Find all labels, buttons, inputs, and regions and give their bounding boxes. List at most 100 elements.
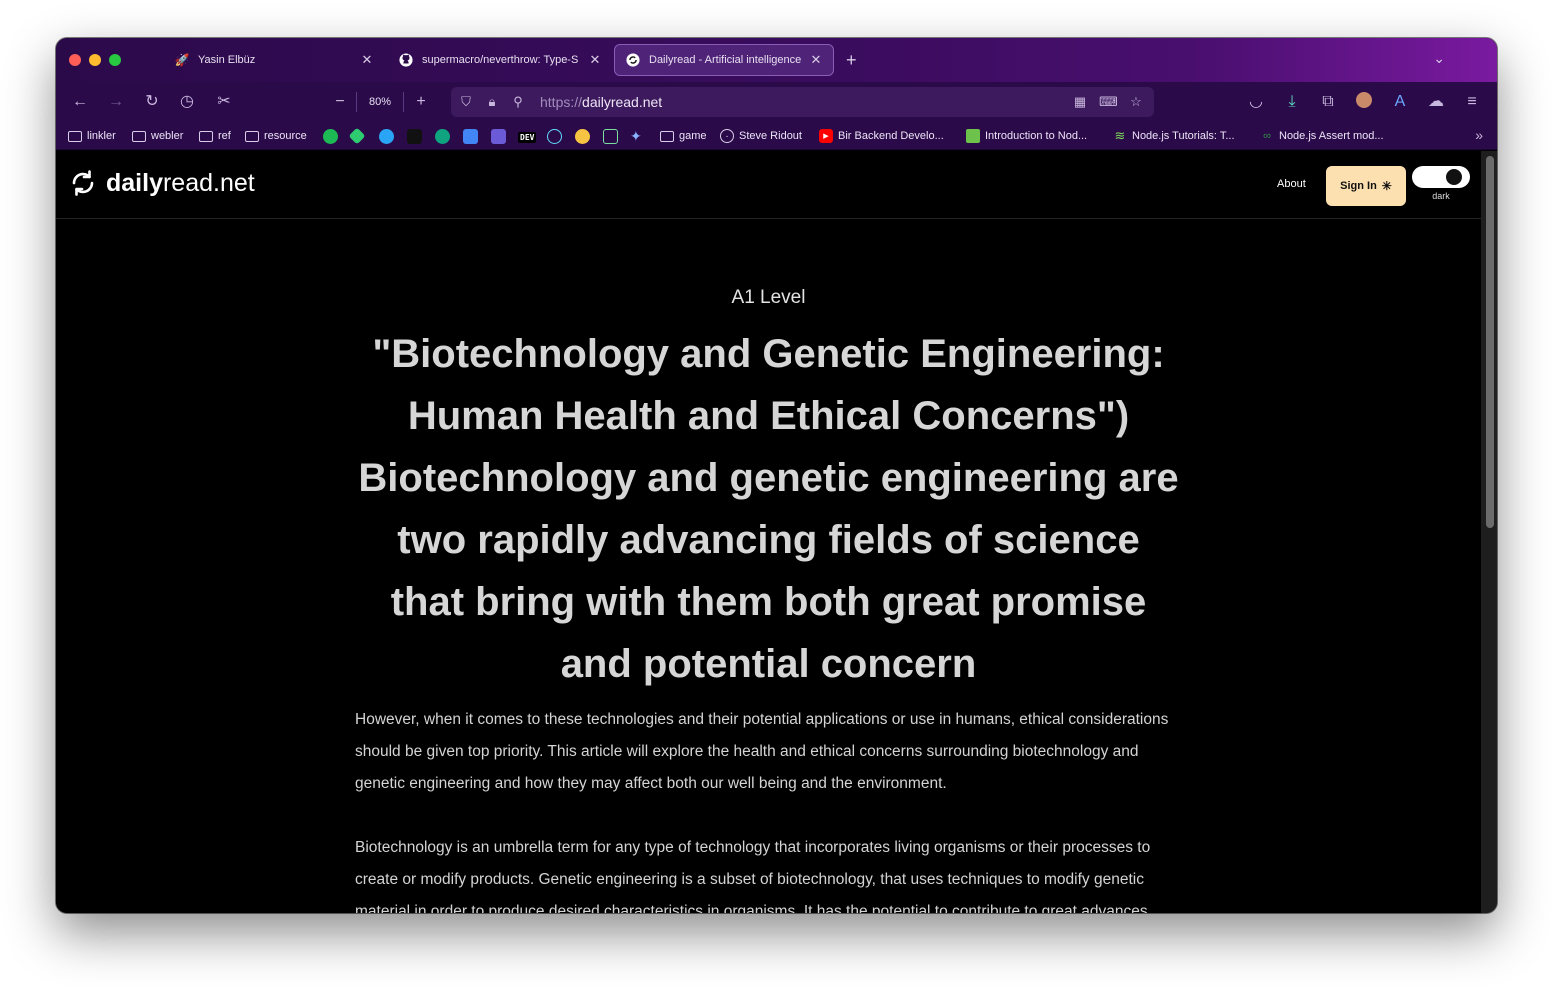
folder-icon bbox=[132, 130, 146, 142]
bookmark-label: Introduction to Nod... bbox=[985, 130, 1088, 142]
nav-about-link[interactable]: About bbox=[1277, 178, 1306, 190]
dailyread-icon bbox=[625, 52, 641, 68]
tab-title: supermacro/neverthrow: Type-S bbox=[422, 54, 579, 66]
shield-icon[interactable]: ⛉ bbox=[457, 93, 475, 111]
close-window-button[interactable] bbox=[69, 54, 81, 66]
folder-icon bbox=[199, 130, 213, 142]
browser-window: 🚀 Yasin Elbüz ✕ supermacro/neverthrow: T… bbox=[56, 38, 1497, 913]
history-icon[interactable]: ◷ bbox=[177, 92, 197, 112]
theme-label: dark bbox=[1432, 191, 1450, 201]
folder-icon bbox=[245, 130, 259, 142]
close-icon[interactable]: ✕ bbox=[360, 52, 374, 68]
bookmark-folder-webler[interactable]: webler bbox=[132, 128, 183, 144]
cloud-app-icon[interactable] bbox=[379, 129, 394, 144]
chevron-double-right-icon[interactable]: » bbox=[1475, 127, 1483, 143]
nodejs-icon bbox=[966, 129, 980, 143]
bookmark-intro-node[interactable]: Introduction to Nod... bbox=[966, 128, 1087, 144]
translate-extension-icon[interactable]: A bbox=[1390, 92, 1410, 112]
bookmark-label: Node.js Assert mod... bbox=[1279, 130, 1384, 142]
site-logo[interactable]: dailyread.net bbox=[68, 168, 255, 198]
feedly-icon[interactable] bbox=[348, 127, 366, 145]
back-arrow-icon[interactable]: ← bbox=[70, 92, 90, 112]
bookmark-folder-linkler[interactable]: linkler bbox=[68, 128, 116, 144]
terminal-icon[interactable] bbox=[407, 129, 422, 144]
bookmark-label: Bir Backend Develo... bbox=[838, 130, 944, 142]
bookmark-label: ref bbox=[218, 130, 231, 142]
geeks-icon: ∞ bbox=[1263, 130, 1271, 142]
zoom-window-button[interactable] bbox=[109, 54, 121, 66]
bookmark-folder-ref[interactable]: ref bbox=[199, 128, 231, 144]
url-scheme: https:// bbox=[540, 94, 583, 110]
folder-icon bbox=[68, 130, 82, 142]
close-icon[interactable]: ✕ bbox=[809, 52, 823, 68]
bookmark-node-assert[interactable]: ∞ Node.js Assert mod... bbox=[1260, 128, 1384, 144]
url-text[interactable]: https://dailyread.net bbox=[540, 94, 662, 110]
dev-to-icon[interactable]: DEV bbox=[518, 129, 537, 145]
stack-icon: ≋ bbox=[1114, 128, 1126, 143]
article-paragraph: Biotechnology is an umbrella term for an… bbox=[355, 839, 1151, 913]
logo-text: dailyread.net bbox=[106, 169, 255, 198]
new-tab-button[interactable]: + bbox=[846, 50, 857, 71]
qr-code-icon[interactable]: ▦ bbox=[1071, 93, 1089, 111]
reload-icon[interactable]: ↻ bbox=[142, 92, 162, 112]
bookmark-folder-game[interactable]: game bbox=[660, 128, 707, 144]
scrollbar-thumb[interactable] bbox=[1486, 156, 1494, 528]
refresh-logo-icon bbox=[72, 170, 94, 196]
google-translate-icon[interactable] bbox=[463, 129, 478, 144]
article-headline: "Biotechnology and Genetic Engineering: … bbox=[358, 332, 1179, 686]
url-host: dailyread.net bbox=[582, 94, 663, 110]
avatar[interactable] bbox=[1354, 92, 1374, 112]
chevron-down-icon[interactable]: ⌄ bbox=[1433, 50, 1445, 67]
article-paragraph: However, when it comes to these technolo… bbox=[355, 711, 1169, 792]
folder-icon bbox=[660, 130, 674, 142]
toggle-knob bbox=[1446, 169, 1462, 185]
download-icon[interactable]: ⤓ bbox=[1282, 92, 1302, 112]
tab-strip: 🚀 Yasin Elbüz ✕ supermacro/neverthrow: T… bbox=[56, 38, 1497, 82]
bookmark-label: linkler bbox=[87, 130, 116, 142]
logo-bold: daily bbox=[106, 168, 163, 197]
gemini-icon[interactable]: ✦ bbox=[630, 128, 642, 144]
bookmark-backend-developer[interactable]: ▶ Bir Backend Develo... bbox=[819, 128, 944, 144]
tab-title: Yasin Elbüz bbox=[198, 54, 256, 66]
pocket-icon[interactable]: ◡ bbox=[1246, 92, 1266, 112]
url-bar[interactable]: ⛉ 🔒︎ ⚲ https://dailyread.net ▦ ⌨ ☆ bbox=[451, 87, 1154, 117]
close-icon[interactable]: ✕ bbox=[588, 52, 602, 68]
sign-in-label: Sign In bbox=[1340, 180, 1377, 192]
theme-toggle[interactable] bbox=[1412, 166, 1470, 188]
tab-neverthrow[interactable]: supermacro/neverthrow: Type-S ✕ bbox=[388, 44, 612, 76]
bookmark-label: Node.js Tutorials: T... bbox=[1132, 130, 1235, 142]
lock-icon[interactable]: 🔒︎ bbox=[483, 93, 501, 111]
bookmark-label: Steve Ridout bbox=[739, 130, 802, 142]
bookmark-node-tutorials[interactable]: ≋ Node.js Tutorials: T... bbox=[1113, 128, 1235, 144]
zoom-level[interactable]: 80% bbox=[356, 92, 404, 112]
tab-yasin-elbuz[interactable]: 🚀 Yasin Elbüz ✕ bbox=[164, 44, 384, 76]
bookmark-folder-resource[interactable]: resource bbox=[245, 128, 307, 144]
tab-title: Dailyread - Artificial intelligence bbox=[649, 54, 802, 66]
excalidraw-icon[interactable] bbox=[491, 129, 506, 144]
bookmark-star-icon[interactable]: ☆ bbox=[1127, 93, 1145, 111]
spotify-icon[interactable] bbox=[323, 129, 338, 144]
screenshot-icon[interactable]: ✂ bbox=[214, 92, 234, 112]
extensions-icon[interactable]: ⧉ bbox=[1318, 92, 1338, 112]
globe-icon: · bbox=[720, 129, 734, 143]
translate-icon[interactable]: ⌨ bbox=[1099, 93, 1118, 111]
github-icon bbox=[398, 52, 414, 68]
activity-icon[interactable] bbox=[603, 129, 618, 144]
minimize-window-button[interactable] bbox=[89, 54, 101, 66]
tab-dailyread[interactable]: Dailyread - Artificial intelligence ✕ bbox=[614, 44, 834, 76]
chatgpt-icon[interactable] bbox=[435, 129, 450, 144]
react-icon[interactable] bbox=[547, 129, 562, 144]
permissions-icon[interactable]: ⚲ bbox=[509, 93, 527, 111]
yellow-circle-icon[interactable] bbox=[575, 129, 590, 144]
menu-icon[interactable]: ≡ bbox=[1462, 92, 1482, 112]
sign-in-button[interactable]: Sign In ✳ bbox=[1326, 166, 1406, 206]
bookmark-label: webler bbox=[151, 130, 184, 142]
bookmark-steve-ridout[interactable]: · Steve Ridout bbox=[720, 128, 802, 144]
page-content: dailyread.net About Sign In ✳ dark A1 Le… bbox=[56, 151, 1481, 913]
cloud-sync-icon[interactable]: ☁ bbox=[1426, 92, 1446, 112]
zoom-in-button[interactable]: + bbox=[411, 92, 431, 112]
forward-arrow-icon[interactable]: → bbox=[106, 92, 126, 112]
spinner-icon: ✳ bbox=[1381, 179, 1392, 193]
zoom-out-button[interactable]: − bbox=[330, 92, 350, 112]
bookmarks-bar: linkler webler ref resource DEV ✦ game ·… bbox=[56, 122, 1497, 150]
